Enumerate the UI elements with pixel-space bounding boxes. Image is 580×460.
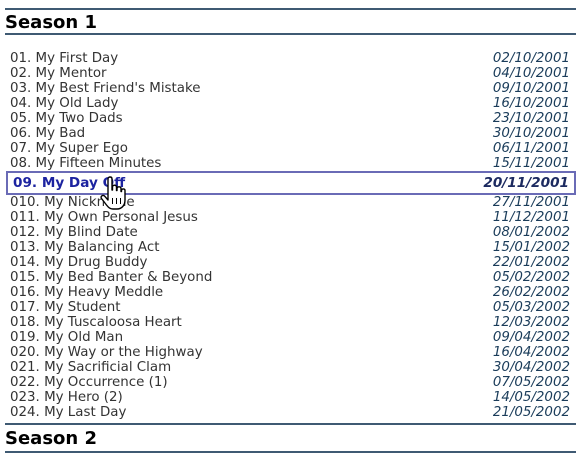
episode-title[interactable]: 05. My Two Dads: [10, 111, 123, 126]
episode-title[interactable]: 023. My Hero (2): [10, 390, 123, 405]
episode-title[interactable]: 03. My Best Friend's Mistake: [10, 81, 201, 96]
episode-title[interactable]: 011. My Own Personal Jesus: [10, 210, 198, 225]
season-1-header: Season 1: [5, 8, 576, 35]
episode-title[interactable]: 06. My Bad: [10, 126, 85, 141]
episode-date: 06/11/2001: [492, 141, 570, 156]
episode-row[interactable]: 022. My Occurrence (1) 07/05/2002: [10, 375, 572, 390]
episode-date: 02/10/2001: [492, 51, 570, 66]
episode-title[interactable]: 08. My Fifteen Minutes: [10, 156, 161, 171]
episode-row[interactable]: 01. My First Day 02/10/2001: [10, 51, 572, 66]
episode-title[interactable]: 012. My Blind Date: [10, 225, 138, 240]
episode-date: 05/03/2002: [492, 300, 570, 315]
episode-row[interactable]: 04. My Old Lady 16/10/2001: [10, 96, 572, 111]
episode-date: 26/02/2002: [492, 285, 570, 300]
episode-date: 15/11/2001: [492, 156, 570, 171]
episode-title[interactable]: 019. My Old Man: [10, 330, 123, 345]
episode-date: 04/10/2001: [492, 66, 570, 81]
episode-title[interactable]: 015. My Bed Banter & Beyond: [10, 270, 212, 285]
episode-date: 05/02/2002: [492, 270, 570, 285]
episode-title[interactable]: 018. My Tuscaloosa Heart: [10, 315, 182, 330]
episode-row[interactable]: 019. My Old Man 09/04/2002: [10, 330, 572, 345]
episode-title[interactable]: 02. My Mentor: [10, 66, 107, 81]
episode-row[interactable]: 011. My Own Personal Jesus 11/12/2001: [10, 210, 572, 225]
episode-row[interactable]: 021. My Sacrificial Clam 30/04/2002: [10, 360, 572, 375]
episode-row-selected[interactable]: 09. My Day Off 20/11/2001: [6, 171, 576, 195]
episode-title[interactable]: 04. My Old Lady: [10, 96, 118, 111]
episode-row[interactable]: 014. My Drug Buddy 22/01/2002: [10, 255, 572, 270]
episode-title[interactable]: 017. My Student: [10, 300, 121, 315]
episode-row[interactable]: 010. My Nickname 27/11/2001: [10, 195, 572, 210]
episode-date: 21/05/2002: [492, 405, 570, 420]
episode-title[interactable]: 07. My Super Ego: [10, 141, 128, 156]
episode-date: 22/01/2002: [492, 255, 570, 270]
episode-row[interactable]: 07. My Super Ego 06/11/2001: [10, 141, 572, 156]
episode-row[interactable]: 05. My Two Dads 23/10/2001: [10, 111, 572, 126]
episode-title[interactable]: 014. My Drug Buddy: [10, 255, 147, 270]
episode-title[interactable]: 013. My Balancing Act: [10, 240, 159, 255]
episode-row[interactable]: 013. My Balancing Act 15/01/2002: [10, 240, 572, 255]
episode-row[interactable]: 020. My Way or the Highway 16/04/2002: [10, 345, 572, 360]
episode-row[interactable]: 017. My Student 05/03/2002: [10, 300, 572, 315]
episode-row[interactable]: 016. My Heavy Meddle 26/02/2002: [10, 285, 572, 300]
episode-row[interactable]: 02. My Mentor 04/10/2001: [10, 66, 572, 81]
episode-title[interactable]: 020. My Way or the Highway: [10, 345, 203, 360]
episode-title[interactable]: 022. My Occurrence (1): [10, 375, 168, 390]
episode-row[interactable]: 06. My Bad 30/10/2001: [10, 126, 572, 141]
episode-date: 15/01/2002: [492, 240, 570, 255]
episode-row[interactable]: 015. My Bed Banter & Beyond 05/02/2002: [10, 270, 572, 285]
episode-date: 14/05/2002: [492, 390, 570, 405]
season-2-header: Season 2: [5, 423, 576, 453]
episode-title[interactable]: 01. My First Day: [10, 51, 118, 66]
episode-date: 27/11/2001: [492, 195, 570, 210]
hand-pointer-icon: [100, 176, 126, 210]
episode-row[interactable]: 08. My Fifteen Minutes 15/11/2001: [10, 156, 572, 171]
season-1-title: Season 1: [5, 12, 98, 33]
episode-date: 16/10/2001: [492, 96, 570, 111]
episode-date: 08/01/2002: [492, 225, 570, 240]
episode-row[interactable]: 012. My Blind Date 08/01/2002: [10, 225, 572, 240]
episode-row[interactable]: 023. My Hero (2) 14/05/2002: [10, 390, 572, 405]
episode-row[interactable]: 03. My Best Friend's Mistake 09/10/2001: [10, 81, 572, 96]
episode-date: 16/04/2002: [492, 345, 570, 360]
episode-date: 20/11/2001: [483, 175, 569, 191]
episode-date: 09/04/2002: [492, 330, 570, 345]
episode-list: 01. My First Day 02/10/2001 02. My Mento…: [6, 51, 576, 420]
episode-date: 30/04/2002: [492, 360, 570, 375]
episode-date: 23/10/2001: [492, 111, 570, 126]
season-2-title: Season 2: [5, 428, 98, 449]
episode-date: 11/12/2001: [492, 210, 570, 225]
episode-date: 07/05/2002: [492, 375, 570, 390]
episode-title[interactable]: 021. My Sacrificial Clam: [10, 360, 171, 375]
episode-row[interactable]: 018. My Tuscaloosa Heart 12/03/2002: [10, 315, 572, 330]
episode-date: 12/03/2002: [492, 315, 570, 330]
episode-date: 30/10/2001: [492, 126, 570, 141]
episode-title[interactable]: 016. My Heavy Meddle: [10, 285, 163, 300]
episode-title[interactable]: 024. My Last Day: [10, 405, 126, 420]
episode-date: 09/10/2001: [492, 81, 570, 96]
episode-row[interactable]: 024. My Last Day 21/05/2002: [10, 405, 572, 420]
